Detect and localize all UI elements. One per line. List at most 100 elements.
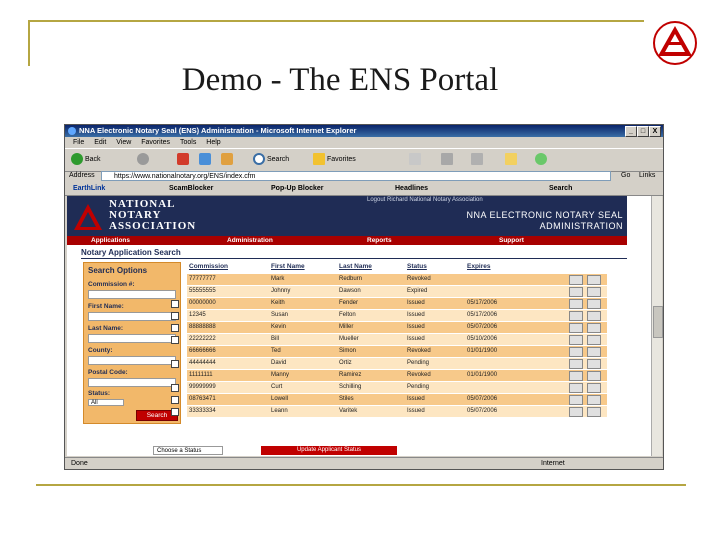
messenger-button[interactable] [535, 153, 549, 167]
row-edit-button[interactable] [569, 395, 583, 405]
home-button[interactable] [221, 153, 235, 167]
row-checkbox[interactable] [171, 300, 179, 308]
col-commission[interactable]: Commission [189, 262, 228, 271]
row-edit-button[interactable] [569, 275, 583, 285]
menu-tools[interactable]: Tools [180, 139, 196, 146]
nav-applications[interactable]: Applications [91, 236, 130, 245]
table-row[interactable]: 33333334 Leann Varitek Issued 05/07/2006 [171, 406, 607, 417]
row-edit-button[interactable] [569, 311, 583, 321]
go-button[interactable]: Go [621, 170, 630, 182]
table-row[interactable]: 12345 Susan Felton Issued 05/17/2006 [171, 310, 607, 321]
commission-input[interactable] [88, 290, 176, 299]
row-view-button[interactable] [587, 407, 601, 417]
first-name-input[interactable] [88, 312, 176, 321]
folder-button[interactable] [505, 153, 519, 167]
row-view-button[interactable] [587, 299, 601, 309]
row-edit-button[interactable] [569, 383, 583, 393]
maximize-button[interactable]: □ [637, 126, 649, 137]
nav-reports[interactable]: Reports [367, 236, 392, 245]
table-row[interactable]: 22222222 Bill Mueller Issued 05/10/2006 [171, 334, 607, 345]
table-row[interactable]: 88888888 Kevin Miller Issued 05/07/2006 [171, 322, 607, 333]
row-view-button[interactable] [587, 323, 601, 333]
county-input[interactable] [88, 356, 176, 365]
col-first-name[interactable]: First Name [271, 262, 305, 271]
table-row[interactable]: 00000000 Keith Fender Issued 05/17/2006 [171, 298, 607, 309]
row-checkbox[interactable] [171, 312, 179, 320]
table-row[interactable]: 99999999 Curt Schilling Pending [171, 382, 607, 393]
toolbar-search-button[interactable]: Search [549, 182, 572, 195]
row-edit-button[interactable] [569, 299, 583, 309]
status-select[interactable]: All [88, 399, 124, 406]
bulk-action-bar: Choose a Status Update Applicant Status [153, 446, 397, 456]
row-checkbox[interactable] [171, 396, 179, 404]
col-expires[interactable]: Expires [467, 262, 491, 271]
menu-help[interactable]: Help [206, 139, 220, 146]
postal-code-input[interactable] [88, 378, 176, 387]
search-button[interactable]: Search [253, 153, 289, 167]
links-label[interactable]: Links [639, 170, 655, 182]
table-row[interactable]: 11111111 Manny Ramirez Revoked 01/01/1900 [187, 370, 607, 381]
earthlink-toolbar[interactable]: EarthLink [73, 182, 105, 195]
popup-blocker-button[interactable]: Pop-Up Blocker [271, 182, 324, 195]
row-view-button[interactable] [587, 311, 601, 321]
cell-status: Expired [407, 288, 428, 294]
row-view-button[interactable] [587, 395, 601, 405]
mail-button[interactable] [409, 153, 423, 167]
favorites-button[interactable]: Favorites [313, 153, 356, 167]
cell-first: Keith [271, 300, 285, 306]
address-input[interactable]: https://www.nationalnotary.org/ENS/index… [101, 171, 611, 181]
page-viewport: NATIONAL NOTARY ASSOCIATION Logout Richa… [67, 196, 651, 456]
row-edit-button[interactable] [569, 335, 583, 345]
site-header: NATIONAL NOTARY ASSOCIATION Logout Richa… [67, 196, 627, 236]
row-checkbox[interactable] [171, 324, 179, 332]
row-view-button[interactable] [587, 335, 601, 345]
last-name-input[interactable] [88, 334, 176, 343]
update-status-button[interactable]: Update Applicant Status [261, 446, 397, 455]
row-checkbox[interactable] [171, 408, 179, 416]
menu-file[interactable]: File [73, 139, 84, 146]
nav-support[interactable]: Support [499, 236, 524, 245]
row-checkbox[interactable] [171, 384, 179, 392]
top-links[interactable]: Logout Richard National Notary Associati… [367, 197, 483, 203]
table-row[interactable]: 77777777 Mark Redburn Revoked [187, 274, 607, 285]
nav-administration[interactable]: Administration [227, 236, 273, 245]
row-view-button[interactable] [587, 383, 601, 393]
stop-button[interactable] [177, 153, 191, 167]
row-view-button[interactable] [587, 287, 601, 297]
nna-seal-logo-icon [653, 21, 697, 65]
row-edit-button[interactable] [569, 359, 583, 369]
row-edit-button[interactable] [569, 287, 583, 297]
scrollbar-thumb[interactable] [653, 306, 663, 338]
menu-view[interactable]: View [116, 139, 131, 146]
forward-button[interactable] [137, 153, 151, 167]
menu-favorites[interactable]: Favorites [141, 139, 170, 146]
scamblocker-button[interactable]: ScamBlocker [169, 182, 213, 195]
table-row[interactable]: 44444444 David Ortiz Pending [171, 358, 607, 369]
row-view-button[interactable] [587, 371, 601, 381]
refresh-button[interactable] [199, 153, 213, 167]
table-row[interactable]: 66666666 Ted Simon Revoked 01/01/1900 [187, 346, 607, 357]
menu-edit[interactable]: Edit [94, 139, 106, 146]
close-button[interactable]: X [649, 126, 661, 137]
edit-button[interactable] [471, 153, 485, 167]
col-last-name[interactable]: Last Name [339, 262, 372, 271]
col-status[interactable]: Status [407, 262, 427, 271]
table-row[interactable]: 55555555 Johnny Dawson Expired [187, 286, 607, 297]
star-icon [313, 153, 325, 166]
row-view-button[interactable] [587, 275, 601, 285]
table-row[interactable]: 08763471 Lowell Stiles Issued 05/07/2006 [171, 394, 607, 405]
row-edit-button[interactable] [569, 323, 583, 333]
row-view-button[interactable] [587, 347, 601, 357]
vertical-scrollbar[interactable] [651, 196, 663, 456]
print-button[interactable] [441, 153, 455, 167]
row-checkbox[interactable] [171, 336, 179, 344]
choose-status-select[interactable]: Choose a Status [153, 446, 223, 455]
row-edit-button[interactable] [569, 371, 583, 381]
row-edit-button[interactable] [569, 407, 583, 417]
back-button[interactable]: Back [71, 153, 101, 167]
minimize-button[interactable]: _ [625, 126, 637, 137]
row-edit-button[interactable] [569, 347, 583, 357]
headlines-button[interactable]: Headlines [395, 182, 428, 195]
row-checkbox[interactable] [171, 360, 179, 368]
row-view-button[interactable] [587, 359, 601, 369]
